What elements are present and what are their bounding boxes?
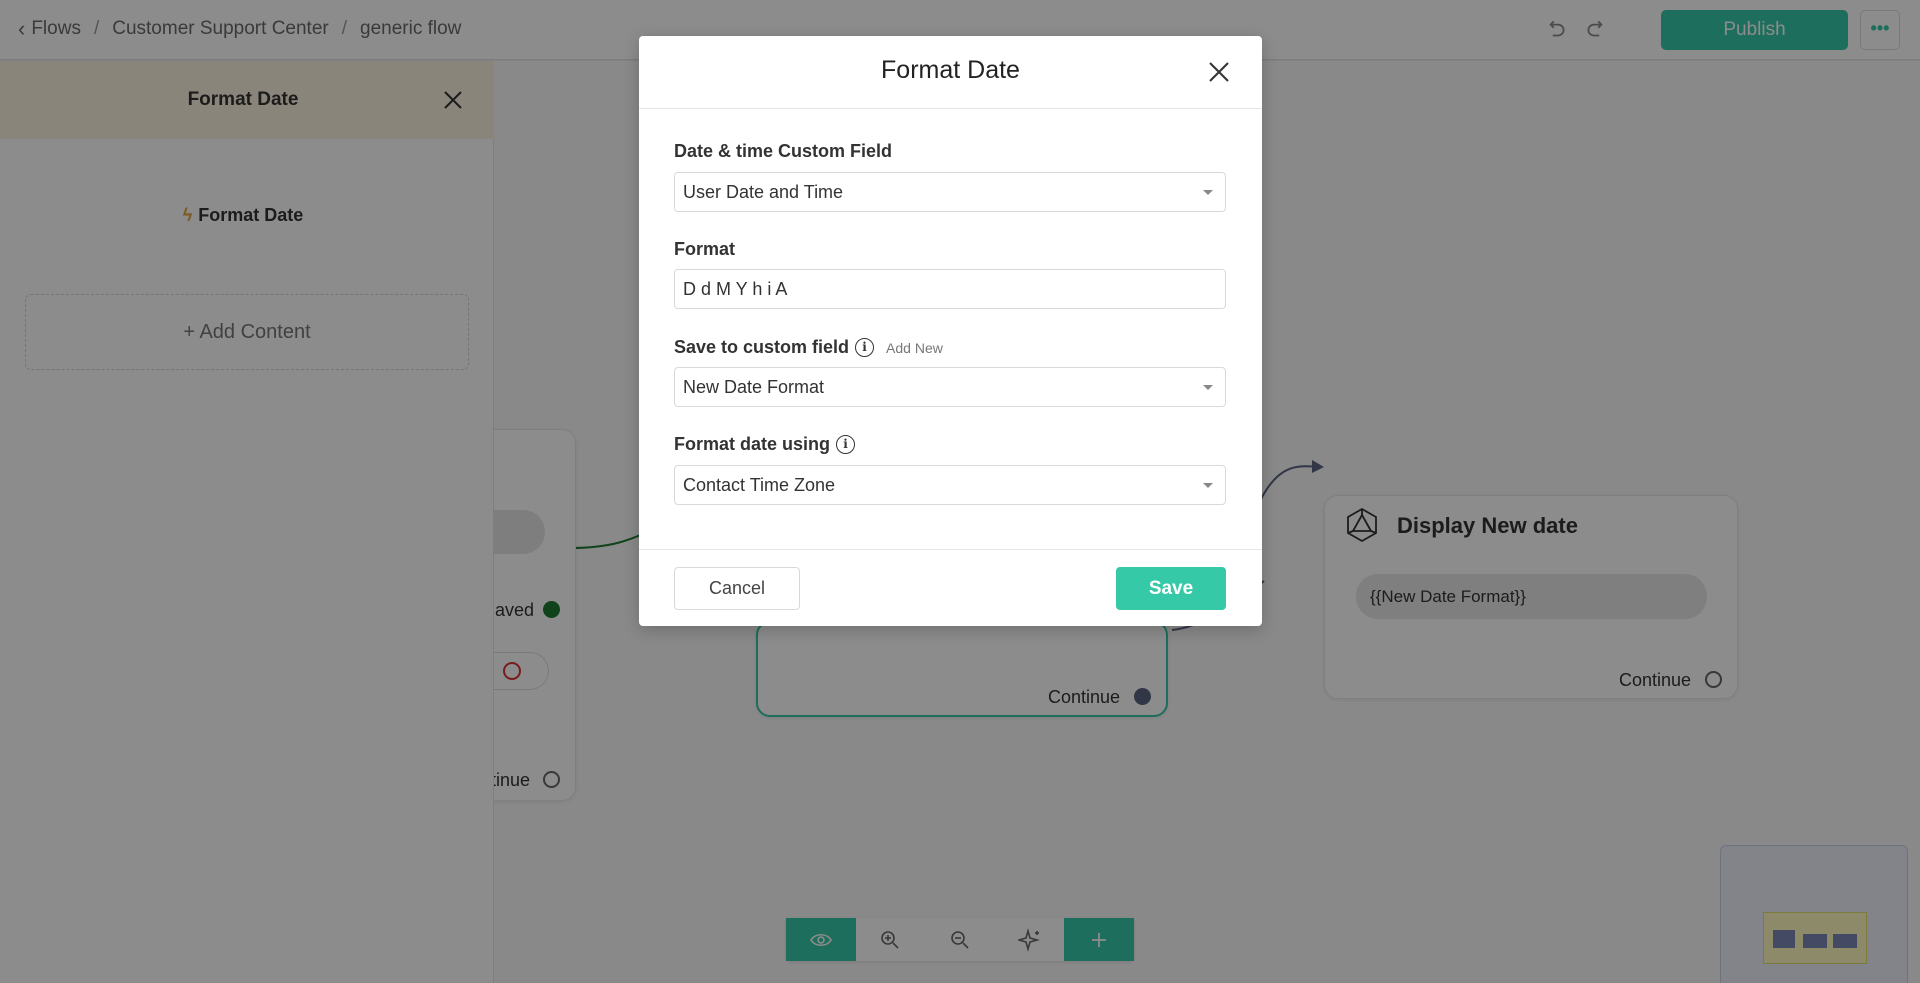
save-to-field-select[interactable]: New Date Format xyxy=(674,367,1226,407)
save-button[interactable]: Save xyxy=(1116,567,1226,610)
cancel-button[interactable]: Cancel xyxy=(674,567,800,610)
format-using-select[interactable]: Contact Time Zone xyxy=(674,465,1226,505)
modal-title: Format Date xyxy=(881,56,1020,84)
format-using-value: Contact Time Zone xyxy=(683,475,836,495)
modal-header: Format Date xyxy=(639,36,1262,109)
date-field-value: User Date and Time xyxy=(683,182,844,202)
save-to-field-label-row: Save to custom field i Add New xyxy=(674,337,943,358)
date-field-label: Date & time Custom Field xyxy=(674,141,893,161)
modal-footer-divider xyxy=(639,549,1262,550)
format-using-label: Format date using xyxy=(674,434,831,454)
chevron-down-icon xyxy=(1203,385,1213,390)
info-icon[interactable]: i xyxy=(836,435,856,454)
format-input[interactable]: D d M Y h i A xyxy=(674,269,1226,309)
chevron-down-icon xyxy=(1203,190,1213,195)
chevron-down-icon xyxy=(1203,483,1213,488)
close-icon[interactable] xyxy=(1205,58,1233,86)
format-label: Format xyxy=(674,239,736,259)
info-icon[interactable]: i xyxy=(855,338,875,357)
format-using-label-row: Format date using i xyxy=(674,434,856,455)
add-new-link[interactable]: Add New xyxy=(886,340,943,356)
format-date-modal: Format Date Date & time Custom Field Use… xyxy=(639,36,1262,626)
save-to-field-label: Save to custom field xyxy=(674,337,850,357)
save-to-field-value: New Date Format xyxy=(683,377,825,397)
date-field-select[interactable]: User Date and Time xyxy=(674,172,1226,212)
